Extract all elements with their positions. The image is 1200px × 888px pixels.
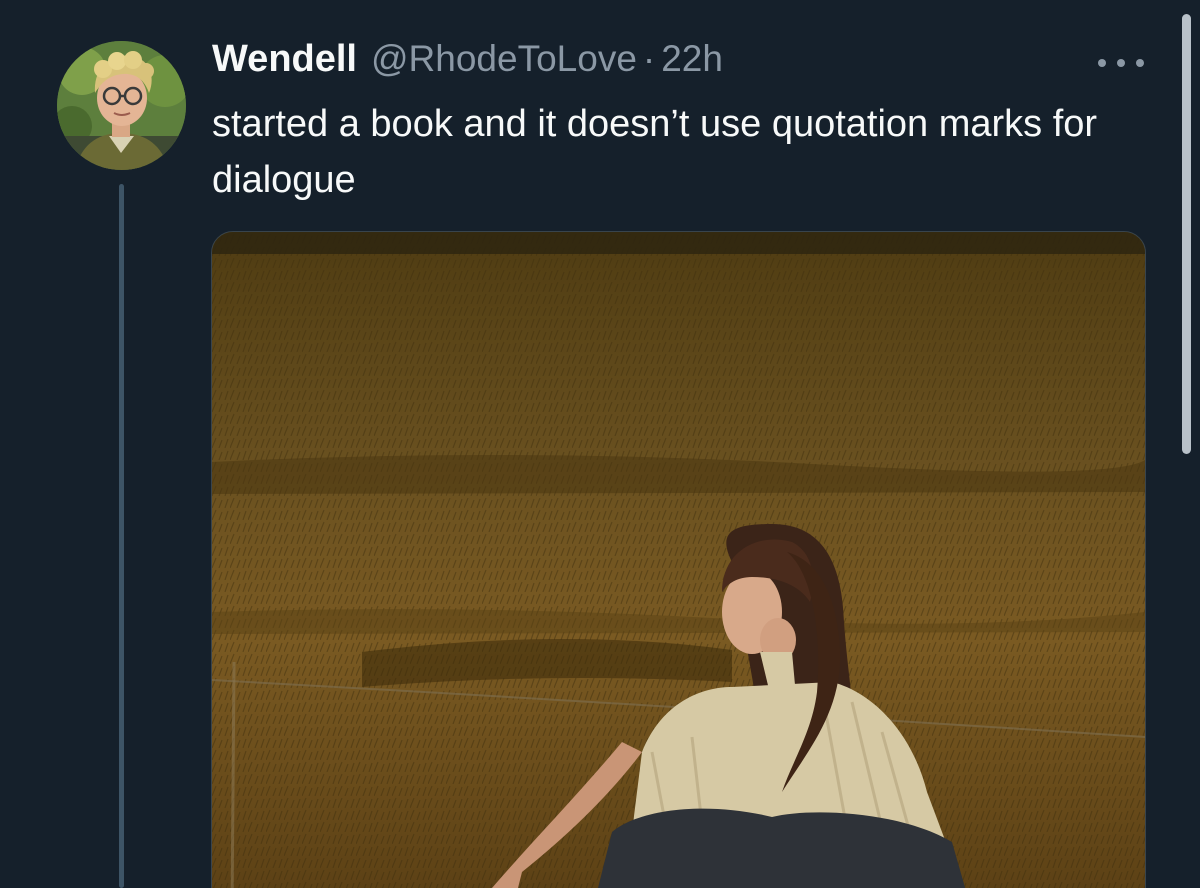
thread-line <box>119 184 124 888</box>
avatar-image <box>57 41 186 170</box>
more-dot <box>1136 59 1144 67</box>
tweet-text: started a book and it doesn’t use quotat… <box>212 103 1098 201</box>
tweet-timestamp[interactable]: 22h <box>661 38 723 80</box>
more-horizontal-icon[interactable] <box>1098 55 1144 71</box>
author-handle[interactable]: @RhodeToLove <box>371 38 637 80</box>
more-dot <box>1098 59 1106 67</box>
media-photo <box>212 232 1145 888</box>
more-dot <box>1117 59 1125 67</box>
tweet-header: Wendell @RhodeToLove · 22h <box>212 38 723 88</box>
author-name[interactable]: Wendell <box>212 38 357 81</box>
separator-dot: · <box>642 38 656 79</box>
tweet-media-image[interactable] <box>211 231 1146 888</box>
avatar[interactable] <box>57 41 186 170</box>
tweet-screen: Wendell @RhodeToLove · 22h started a boo… <box>0 0 1200 888</box>
scrollbar[interactable] <box>1182 14 1191 454</box>
